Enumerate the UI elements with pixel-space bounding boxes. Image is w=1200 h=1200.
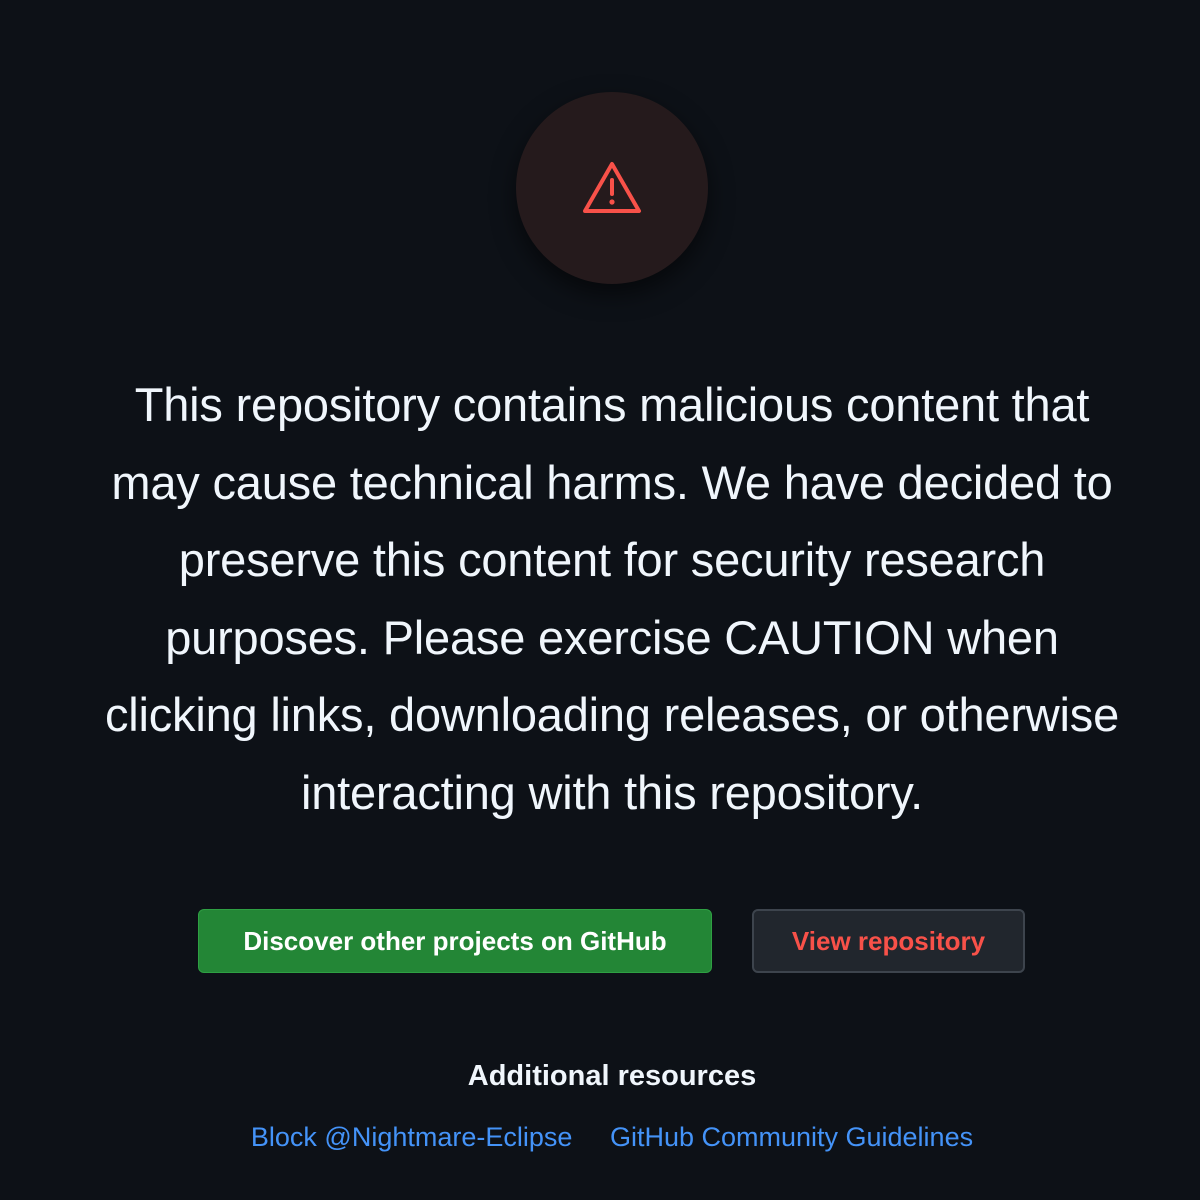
- view-repository-button[interactable]: View repository: [752, 909, 1025, 973]
- warning-message: This repository contains malicious conte…: [104, 378, 1120, 819]
- action-buttons: Discover other projects on GitHub View r…: [0, 909, 1200, 973]
- malicious-repository-warning-page: This repository contains malicious conte…: [0, 0, 1200, 1200]
- block-user-link[interactable]: Block @Nightmare-Eclipse: [251, 1122, 573, 1152]
- warning-badge: [516, 92, 708, 284]
- alert-triangle-icon: [583, 162, 641, 213]
- community-guidelines-link[interactable]: GitHub Community Guidelines: [610, 1122, 973, 1152]
- discover-projects-button[interactable]: Discover other projects on GitHub: [198, 909, 712, 973]
- additional-resources-heading: Additional resources: [467, 1060, 757, 1092]
- additional-resources-links: Block @Nightmare-Eclipse GitHub Communit…: [0, 1119, 1200, 1155]
